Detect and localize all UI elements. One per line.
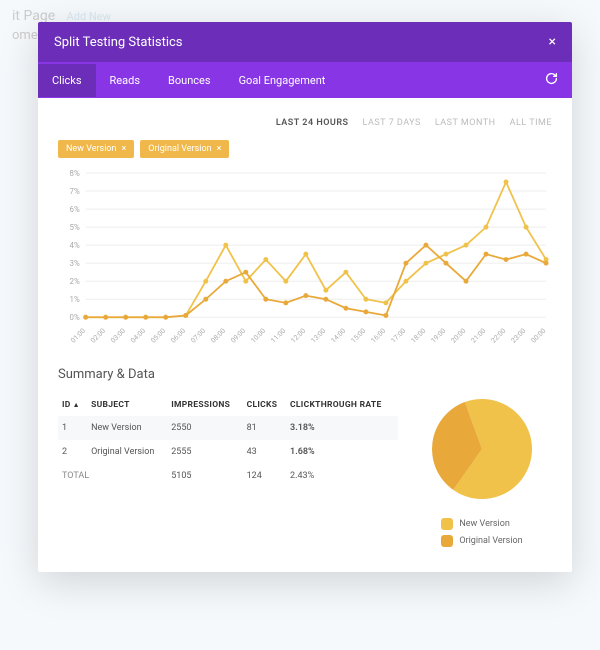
col-impressions[interactable]: IMPRESSIONS xyxy=(167,394,242,416)
svg-text:3%: 3% xyxy=(70,259,80,268)
chip-label: Original Version xyxy=(148,144,211,154)
svg-text:18:00: 18:00 xyxy=(410,327,428,345)
table-row: 1New Version2550813.18% xyxy=(58,416,398,440)
svg-text:00:00: 00:00 xyxy=(530,327,548,345)
time-range-selector: LAST 24 HOURS LAST 7 DAYS LAST MONTH ALL TI… xyxy=(58,118,552,128)
svg-text:08:00: 08:00 xyxy=(209,327,227,345)
svg-text:14:00: 14:00 xyxy=(329,327,347,345)
close-icon[interactable]: × xyxy=(549,34,556,50)
timerange-all-time[interactable]: ALL TIME xyxy=(510,118,552,128)
col-ctr[interactable]: CLICKTHROUGH RATE xyxy=(286,394,398,416)
legend-item: Original Version xyxy=(441,535,522,547)
timerange-last-month[interactable]: LAST MONTH xyxy=(435,118,496,128)
svg-text:17:00: 17:00 xyxy=(390,327,408,345)
col-id[interactable]: ID▲ xyxy=(58,394,87,416)
summary-table: ID▲ SUBJECT IMPRESSIONS CLICKS CLICKTHRO… xyxy=(58,394,398,552)
svg-text:03:00: 03:00 xyxy=(109,327,127,345)
pie-chart xyxy=(427,394,537,504)
tab-clicks[interactable]: Clicks xyxy=(38,64,96,97)
svg-text:07:00: 07:00 xyxy=(189,327,207,345)
legend-label: New Version xyxy=(459,519,509,529)
svg-text:02:00: 02:00 xyxy=(89,327,107,345)
svg-text:23:00: 23:00 xyxy=(510,327,528,345)
col-subject[interactable]: SUBJECT xyxy=(87,394,167,416)
pie-chart-panel: New Version Original Version xyxy=(412,394,552,552)
svg-text:19:00: 19:00 xyxy=(430,327,448,345)
svg-text:01:00: 01:00 xyxy=(69,327,87,345)
legend-swatch xyxy=(441,535,453,547)
tab-reads[interactable]: Reads xyxy=(96,64,154,97)
refresh-icon[interactable] xyxy=(531,62,572,98)
timerange-last-7-days[interactable]: LAST 7 DAYS xyxy=(363,118,421,128)
svg-text:4%: 4% xyxy=(70,241,80,250)
pie-legend: New Version Original Version xyxy=(441,518,522,552)
col-clicks[interactable]: CLICKS xyxy=(243,394,286,416)
chip-remove-icon[interactable]: × xyxy=(217,144,222,154)
svg-text:15:00: 15:00 xyxy=(350,327,368,345)
line-chart: 0% 1% 2% 3% 4% 5% 6% 7% 8% 01:0002:0003:0004:0005… xyxy=(58,166,552,346)
chip-new-version: New Version × xyxy=(58,140,134,158)
legend-item: New Version xyxy=(441,518,522,530)
svg-text:09:00: 09:00 xyxy=(229,327,247,345)
chip-remove-icon[interactable]: × xyxy=(121,144,126,154)
metric-tabs: ClicksReadsBouncesGoal Engagement xyxy=(38,62,572,98)
tab-bounces[interactable]: Bounces xyxy=(154,64,225,97)
legend-label: Original Version xyxy=(459,536,522,546)
svg-text:13:00: 13:00 xyxy=(309,327,327,345)
chip-original-version: Original Version × xyxy=(140,140,229,158)
chip-label: New Version xyxy=(66,144,116,154)
svg-text:06:00: 06:00 xyxy=(169,327,187,345)
tab-goal-engagement[interactable]: Goal Engagement xyxy=(225,64,340,97)
modal-header: Split Testing Statistics × xyxy=(38,22,572,62)
filter-chips: New Version × Original Version × xyxy=(58,140,552,158)
svg-text:10:00: 10:00 xyxy=(249,327,267,345)
legend-swatch xyxy=(441,518,453,530)
svg-text:04:00: 04:00 xyxy=(129,327,147,345)
svg-text:22:00: 22:00 xyxy=(490,327,508,345)
timerange-last-24-hours[interactable]: LAST 24 HOURS xyxy=(276,118,349,128)
svg-text:6%: 6% xyxy=(70,205,80,214)
stats-modal: Split Testing Statistics × ClicksReadsBo… xyxy=(38,22,572,572)
svg-text:2%: 2% xyxy=(70,277,80,286)
svg-text:8%: 8% xyxy=(70,169,80,178)
svg-text:20:00: 20:00 xyxy=(450,327,468,345)
svg-text:0%: 0% xyxy=(70,313,80,322)
svg-text:5%: 5% xyxy=(70,223,80,232)
table-total-row: TOTAL51051242.43% xyxy=(58,464,398,488)
svg-text:05:00: 05:00 xyxy=(149,327,167,345)
summary-title: Summary & Data xyxy=(58,367,552,382)
modal-body: LAST 24 HOURS LAST 7 DAYS LAST MONTH ALL TI… xyxy=(38,98,572,572)
svg-text:11:00: 11:00 xyxy=(269,327,287,345)
svg-text:16:00: 16:00 xyxy=(370,327,388,345)
svg-text:1%: 1% xyxy=(70,295,80,304)
sort-caret-icon: ▲ xyxy=(73,401,80,409)
svg-text:12:00: 12:00 xyxy=(289,327,307,345)
modal-title: Split Testing Statistics xyxy=(54,35,183,50)
svg-text:21:00: 21:00 xyxy=(470,327,488,345)
table-row: 2Original Version2555431.68% xyxy=(58,440,398,464)
svg-text:7%: 7% xyxy=(70,187,80,196)
